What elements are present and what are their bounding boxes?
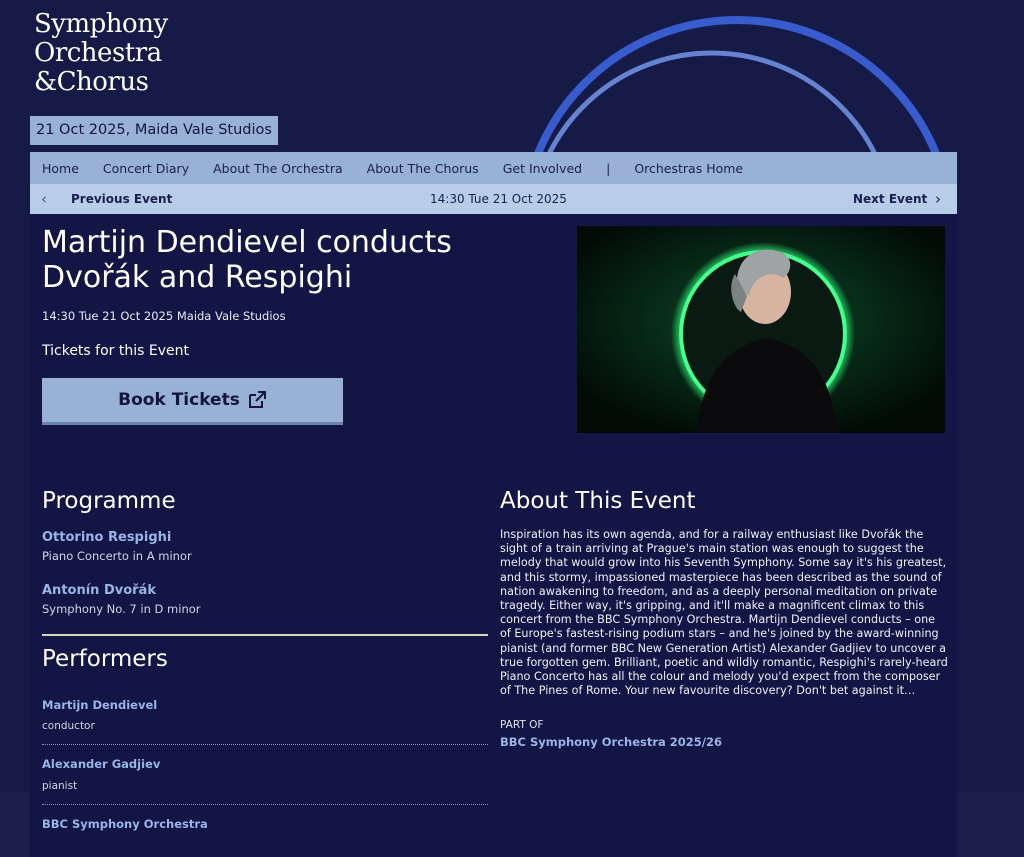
performer-name[interactable]: BBC Symphony Orchestra [42,817,208,831]
nav-item-get-involved[interactable]: Get Involved [503,161,582,176]
event-date-venue-badge: 21 Oct 2025, Maida Vale Studios [30,116,278,145]
tickets-label: Tickets for this Event [42,343,189,359]
performer-name[interactable]: Martijn Dendievel [42,698,157,712]
logo-line: Symphony [34,9,168,39]
chevron-left-icon[interactable]: ‹ [41,190,47,208]
main-nav: Home Concert Diary About The Orchestra A… [30,152,957,184]
book-tickets-label: Book Tickets [118,390,240,410]
performer-divider [42,804,488,805]
event-navigation: ‹ Previous Event 14:30 Tue 21 Oct 2025 N… [30,184,957,214]
event-datetime: 14:30 Tue 21 Oct 2025 [430,192,567,206]
event-time-venue: 14:30 Tue 21 Oct 2025 Maida Vale Studios [42,309,286,323]
nav-separator: | [606,160,611,176]
performer-role: pianist [42,780,78,792]
composer-link[interactable]: Ottorino Respighi [42,530,171,545]
section-divider [42,634,488,636]
about-description: Inspiration has its own agenda, and for … [500,528,948,698]
logo[interactable]: Symphony Orchestra &Chorus [34,10,174,97]
performers-heading: Performers [42,646,168,672]
conductor-portrait-image [577,226,945,433]
logo-line: Orchestra [34,38,162,68]
composer-link[interactable]: Antonín Dvořák [42,583,156,598]
nav-item-about-orchestra[interactable]: About The Orchestra [213,161,343,176]
part-of-label: PART OF [500,719,544,731]
logo-line: &Chorus [34,67,149,97]
season-link[interactable]: BBC Symphony Orchestra 2025/26 [500,735,722,749]
work-title: Piano Concerto in A minor [42,549,192,563]
nav-item-orchestras-home[interactable]: Orchestras Home [634,161,743,176]
nav-item-about-chorus[interactable]: About The Chorus [367,161,479,176]
previous-event-link[interactable]: Previous Event [71,192,172,206]
performer-role: conductor [42,720,95,732]
chevron-right-icon[interactable]: › [935,190,941,208]
nav-item-home[interactable]: Home [42,161,79,176]
book-tickets-button[interactable]: Book Tickets [42,378,343,425]
external-link-icon [248,391,266,408]
next-event-link[interactable]: Next Event [853,192,927,206]
nav-item-concert-diary[interactable]: Concert Diary [103,161,189,176]
event-title: Martijn Dendievel conducts Dvořák and Re… [42,225,452,295]
about-heading: About This Event [500,488,696,514]
performer-name[interactable]: Alexander Gadjiev [42,757,160,771]
programme-heading: Programme [42,488,176,514]
performer-divider [42,744,488,745]
work-title: Symphony No. 7 in D minor [42,602,201,616]
